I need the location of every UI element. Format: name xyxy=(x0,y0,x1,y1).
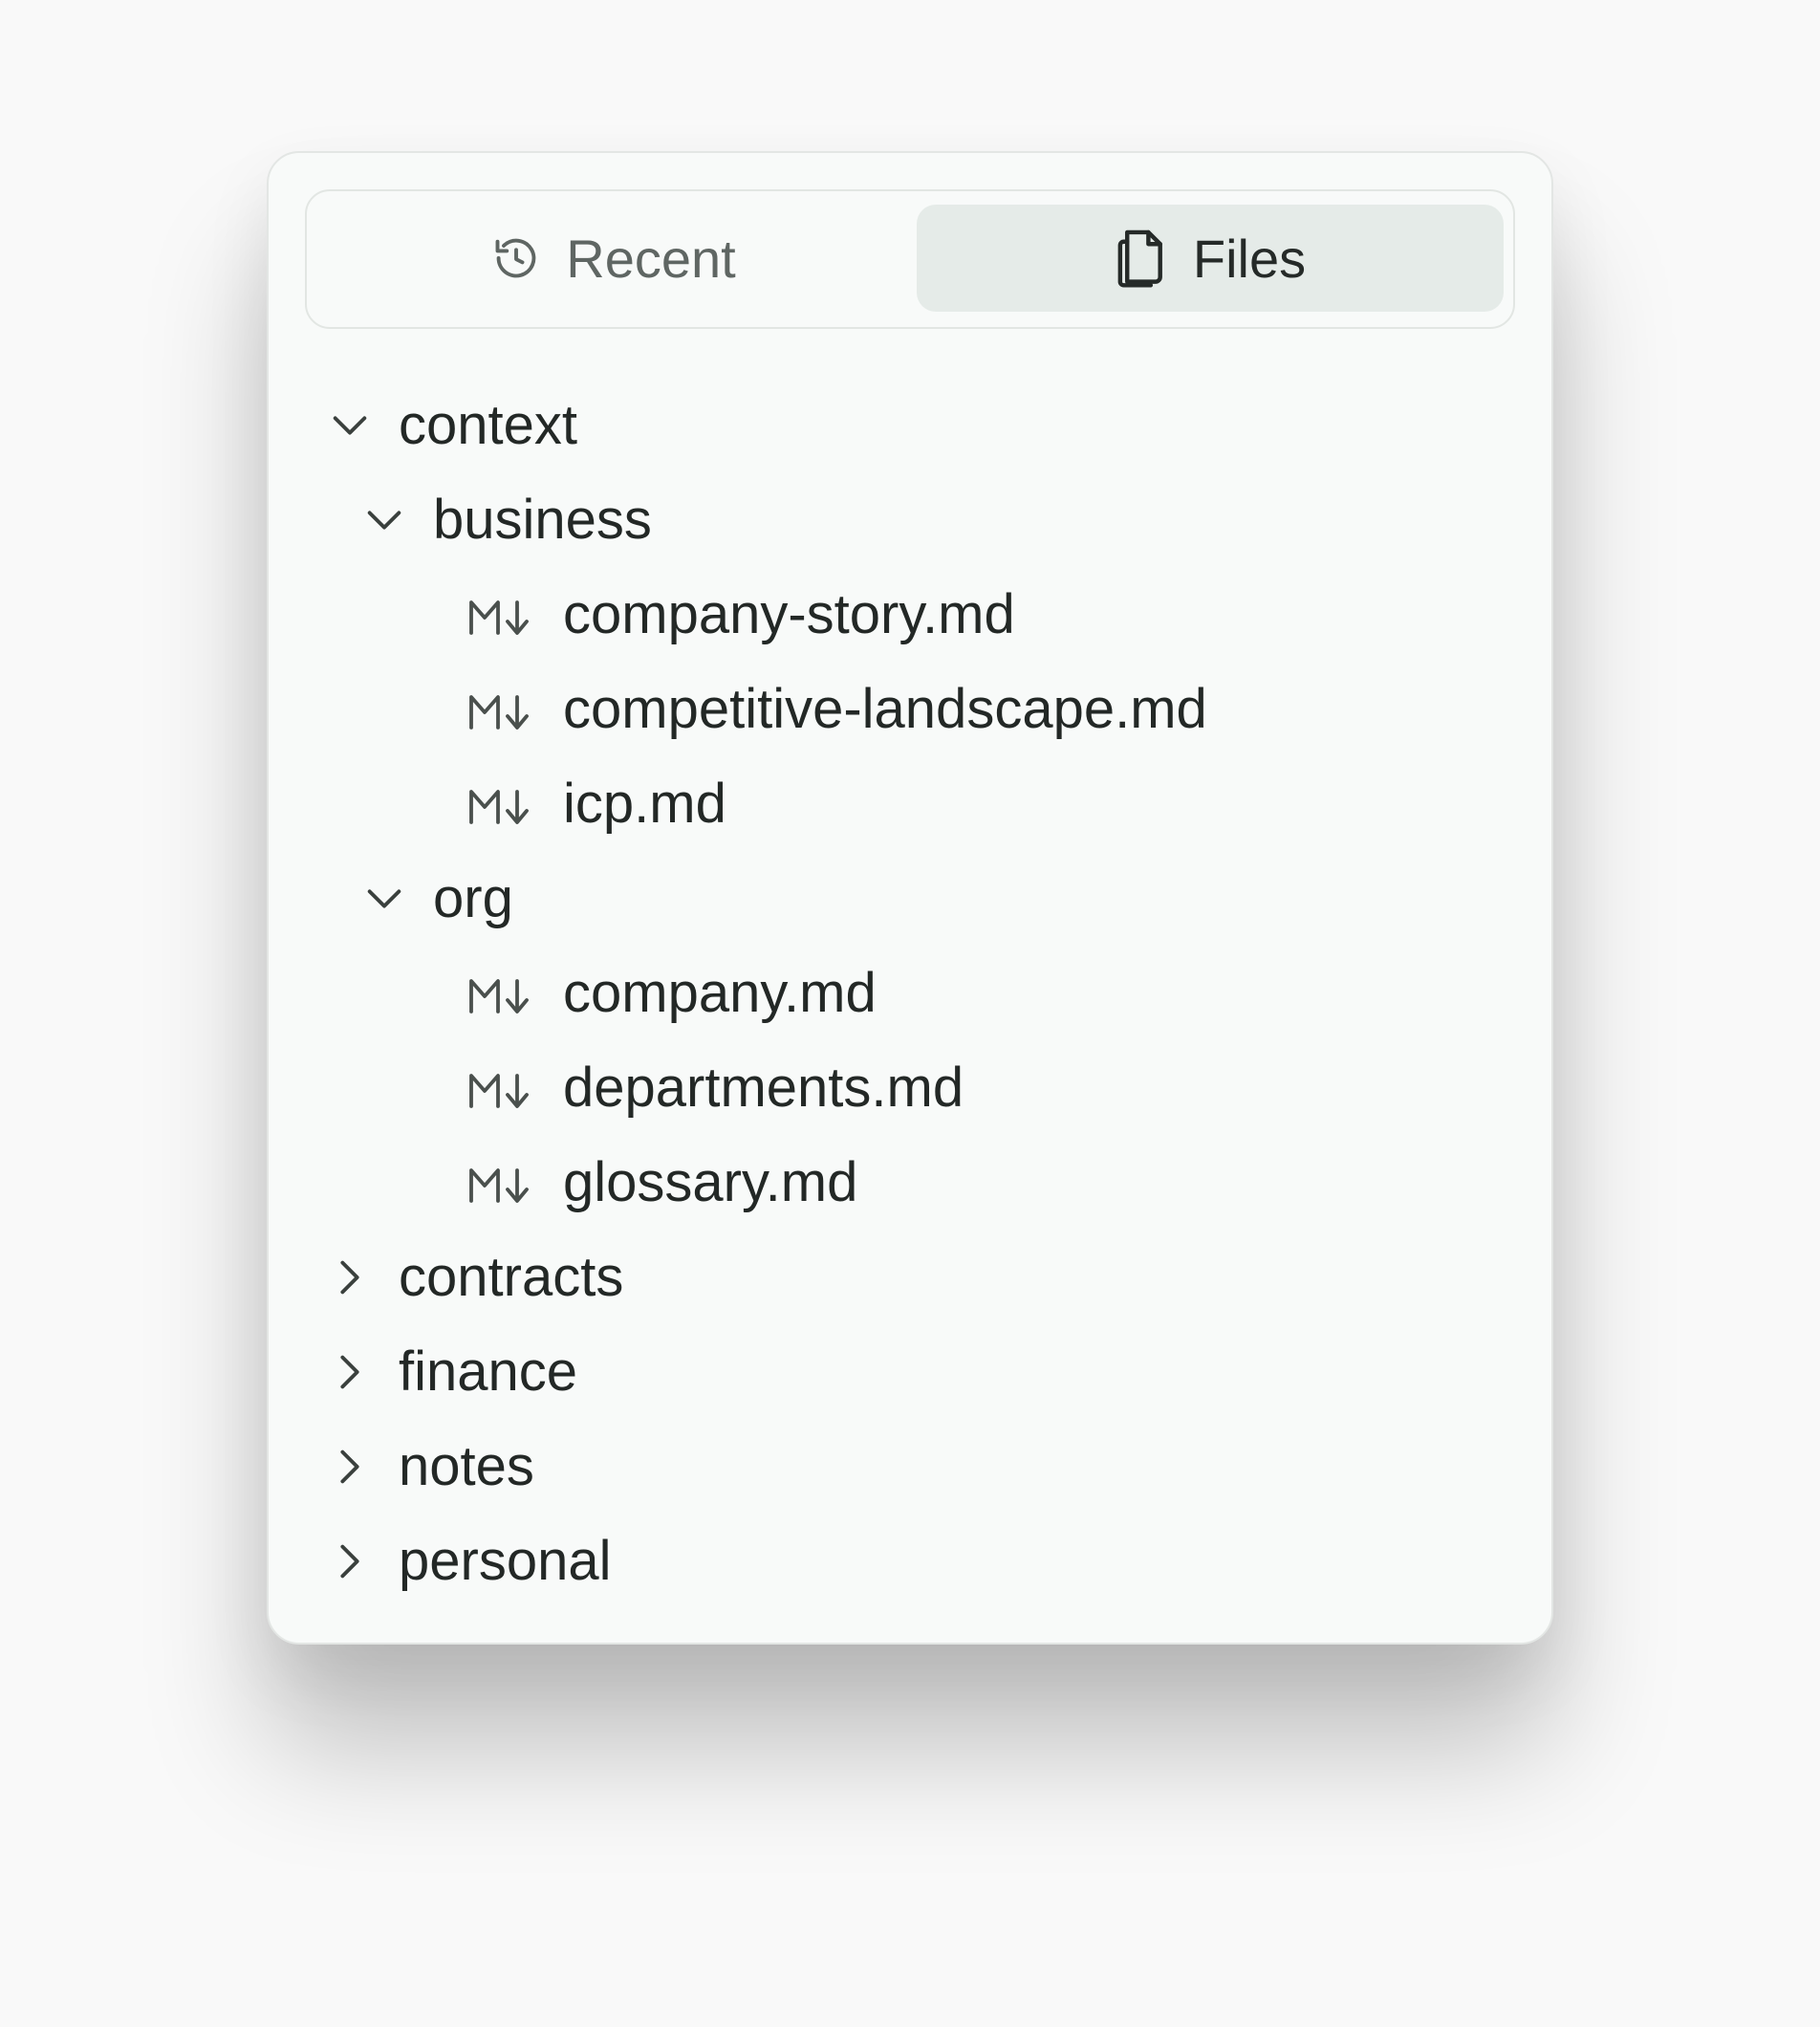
tab-recent[interactable]: Recent xyxy=(320,205,907,312)
chevron-right-icon xyxy=(328,1255,372,1299)
file-departments[interactable]: departments.md xyxy=(269,1045,1551,1131)
folder-label: context xyxy=(399,394,577,456)
files-icon xyxy=(1115,228,1168,289)
file-browser-panel: Recent Files context business company-st… xyxy=(267,151,1553,1645)
tab-files-label: Files xyxy=(1192,228,1307,289)
folder-label: finance xyxy=(399,1340,578,1403)
folder-org[interactable]: org xyxy=(269,856,1551,942)
file-competitive-landscape[interactable]: competitive-landscape.md xyxy=(269,666,1551,752)
folder-label: contracts xyxy=(399,1246,624,1308)
markdown-icon xyxy=(467,788,532,826)
file-glossary[interactable]: glossary.md xyxy=(269,1140,1551,1226)
markdown-icon xyxy=(467,1072,532,1110)
folder-personal[interactable]: personal xyxy=(269,1518,1551,1604)
view-tabs: Recent Files xyxy=(305,189,1515,329)
chevron-down-icon xyxy=(328,403,372,447)
chevron-down-icon xyxy=(362,877,406,921)
history-icon xyxy=(491,233,541,283)
folder-notes[interactable]: notes xyxy=(269,1424,1551,1510)
file-label: icp.md xyxy=(563,773,726,835)
file-company-story[interactable]: company-story.md xyxy=(269,572,1551,658)
markdown-icon xyxy=(467,599,532,637)
file-label: glossary.md xyxy=(563,1151,858,1213)
folder-business[interactable]: business xyxy=(269,477,1551,563)
file-icp[interactable]: icp.md xyxy=(269,761,1551,847)
file-company[interactable]: company.md xyxy=(269,950,1551,1036)
folder-context[interactable]: context xyxy=(269,382,1551,469)
folder-label: notes xyxy=(399,1435,534,1497)
folder-contracts[interactable]: contracts xyxy=(269,1234,1551,1320)
file-label: company-story.md xyxy=(563,583,1015,645)
folder-label: personal xyxy=(399,1530,612,1592)
folder-label: business xyxy=(433,489,652,551)
markdown-icon xyxy=(467,977,532,1015)
file-label: departments.md xyxy=(563,1057,964,1119)
markdown-icon xyxy=(467,693,532,731)
folder-finance[interactable]: finance xyxy=(269,1329,1551,1415)
chevron-right-icon xyxy=(328,1539,372,1583)
file-label: company.md xyxy=(563,962,877,1024)
tab-files[interactable]: Files xyxy=(917,205,1504,312)
file-label: competitive-landscape.md xyxy=(563,678,1207,740)
chevron-right-icon xyxy=(328,1445,372,1489)
chevron-right-icon xyxy=(328,1350,372,1394)
tab-recent-label: Recent xyxy=(566,228,736,289)
chevron-down-icon xyxy=(362,498,406,542)
folder-label: org xyxy=(433,867,513,929)
markdown-icon xyxy=(467,1166,532,1205)
